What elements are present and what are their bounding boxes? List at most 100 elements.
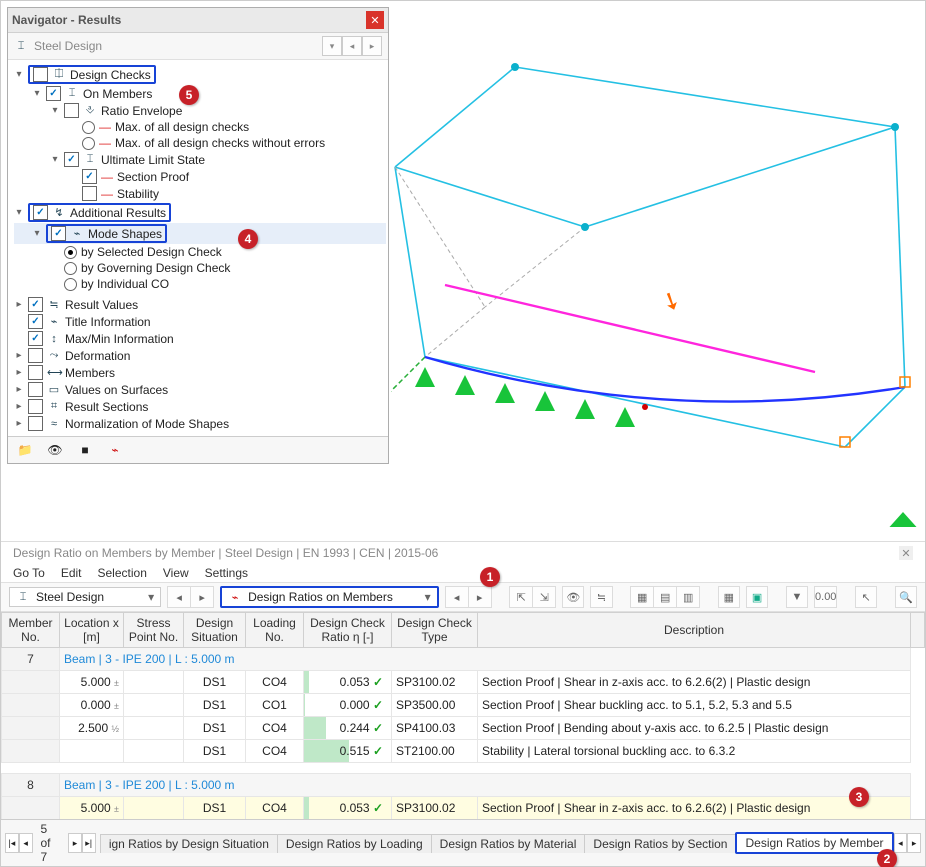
twisty-closed-icon[interactable]: ▸ [14, 385, 24, 395]
tab-section[interactable]: Design Ratios by Section [584, 834, 736, 853]
table-group-row[interactable]: 7Beam | 3 - IPE 200 | L : 5.000 m [2, 648, 925, 671]
cursor-icon[interactable]: ↖ [855, 586, 877, 608]
twisty-closed-icon[interactable]: ▸ [14, 300, 24, 310]
tree-by-individual-co[interactable]: by Individual CO [14, 276, 386, 292]
tabstrip-first-icon[interactable]: |◂ [5, 833, 19, 853]
tabstrip-next-icon[interactable]: ▸ [68, 833, 82, 853]
tabstrip-scroll-left-icon[interactable]: ◂ [894, 833, 908, 853]
table-row[interactable]: 0.000 ±DS1CO10.000 ✓SP3500.00Section Pro… [2, 694, 925, 717]
tabstrip-last-icon[interactable]: ▸| [82, 833, 96, 853]
tab-chart-icon[interactable]: ⌁ [104, 440, 126, 460]
tree-maxmin[interactable]: ↕ Max/Min Information [14, 330, 386, 347]
search-icon[interactable]: 🔍 [895, 586, 917, 608]
twisty-closed-icon[interactable]: ▸ [14, 402, 24, 412]
tab-member[interactable]: Design Ratios by Member [735, 832, 893, 854]
tree-uls[interactable]: ▾ ⌶ Ultimate Limit State [14, 151, 386, 168]
radio[interactable] [64, 262, 77, 275]
tree-norm-modes[interactable]: ▸ ≈ Normalization of Mode Shapes [14, 415, 386, 432]
table-row[interactable]: 5.000 ±DS1CO40.053 ✓SP3100.02Section Pro… [2, 797, 925, 820]
tree-stability[interactable]: — Stability [14, 185, 386, 202]
col-member[interactable]: Member No. [2, 613, 60, 648]
tree-additional-results[interactable]: ▾ ↯ Additional Results [14, 202, 386, 223]
funnel-icon[interactable]: ▼ [786, 586, 808, 608]
toolbar-module-dropdown[interactable]: ⌶ Steel Design ▾ [9, 587, 161, 607]
model-viewport[interactable]: ➘ [391, 7, 919, 527]
tree-by-selected-dc[interactable]: by Selected Design Check [14, 244, 386, 260]
navigator-titlebar[interactable]: Navigator - Results ✕ [8, 8, 388, 33]
tree-members[interactable]: ▸ ⟷ Members [14, 364, 386, 381]
table-row[interactable]: 2.500 ½DS1CO40.244 ✓SP4100.03Section Pro… [2, 717, 925, 740]
col-stress[interactable]: Stress Point No. [124, 613, 184, 648]
tab-camera-icon[interactable]: ■ [74, 440, 96, 460]
tree-max-all[interactable]: — Max. of all design checks [14, 119, 386, 135]
menu-view[interactable]: View [163, 566, 189, 580]
table-group-row[interactable]: 8Beam | 3 - IPE 200 | L : 5.000 m [2, 774, 925, 797]
navigator-module-dropdown[interactable]: ⌶ Steel Design ▾ ◂ ▸ [8, 33, 388, 60]
menu-settings[interactable]: Settings [205, 566, 248, 580]
layout1-icon[interactable]: ▦ [630, 586, 654, 608]
layout3-icon[interactable]: ▥ [677, 586, 700, 608]
layout2-icon[interactable]: ▤ [654, 586, 677, 608]
checkbox[interactable] [33, 67, 48, 82]
tab-material[interactable]: Design Ratios by Material [431, 834, 586, 853]
twisty-closed-icon[interactable]: ▸ [14, 368, 24, 378]
nav-prev-icon[interactable]: ◂ [167, 586, 191, 608]
radio[interactable] [82, 121, 95, 134]
twisty-open-icon[interactable]: ▾ [50, 155, 60, 165]
checkbox[interactable] [28, 399, 43, 414]
checkbox[interactable] [28, 297, 43, 312]
tree-by-governing-dc[interactable]: by Governing Design Check [14, 260, 386, 276]
col-desc[interactable]: Description [478, 613, 911, 648]
next-icon[interactable]: ▸ [362, 36, 382, 56]
col-loading[interactable]: Loading No. [246, 613, 304, 648]
col-type[interactable]: Design Check Type [392, 613, 478, 648]
tab-loading[interactable]: Design Ratios by Loading [277, 834, 432, 853]
checkbox[interactable] [33, 205, 48, 220]
twisty-open-icon[interactable]: ▾ [14, 70, 24, 80]
checkbox[interactable] [28, 382, 43, 397]
values-icon[interactable]: ≒ [590, 586, 612, 608]
view-icon[interactable]: 👁 [562, 586, 584, 608]
radio[interactable] [64, 246, 77, 259]
tree-values-on-surfaces[interactable]: ▸ ▭ Values on Surfaces [14, 381, 386, 398]
radio[interactable] [82, 137, 95, 150]
nav-next-icon[interactable]: ▸ [191, 586, 214, 608]
close-icon[interactable]: ✕ [366, 11, 384, 29]
checkbox[interactable] [28, 314, 43, 329]
nav-next2-icon[interactable]: ▸ [469, 586, 492, 608]
tab-design-situation[interactable]: ign Ratios by Design Situation [100, 834, 278, 853]
checkbox[interactable] [28, 416, 43, 431]
freeze-icon[interactable]: ▦ [718, 586, 740, 608]
tab-data-icon[interactable]: 📁 [14, 440, 36, 460]
checkbox[interactable] [46, 86, 61, 101]
tabstrip-prev-icon[interactable]: ◂ [19, 833, 33, 853]
tree-result-values[interactable]: ▸ ≒ Result Values [14, 296, 386, 313]
twisty-open-icon[interactable]: ▾ [50, 106, 60, 116]
tree-deformation[interactable]: ▸ ⤳ Deformation [14, 347, 386, 364]
tree-max-all-noerr[interactable]: — Max. of all design checks without erro… [14, 135, 386, 151]
col-ratio[interactable]: Design Check Ratio η [-] [304, 613, 392, 648]
checkbox[interactable] [82, 186, 97, 201]
checkbox[interactable] [28, 331, 43, 346]
table-row[interactable]: 5.000 ±DS1CO40.053 ✓SP3100.02Section Pro… [2, 671, 925, 694]
tab-eye-icon[interactable]: 👁 [44, 440, 66, 460]
twisty-open-icon[interactable]: ▾ [32, 229, 42, 239]
export-icon[interactable]: ▣ [746, 586, 768, 608]
tree-on-members[interactable]: ▾ ⌶ On Members [14, 85, 386, 102]
menu-edit[interactable]: Edit [61, 566, 82, 580]
results-close-icon[interactable]: ✕ [899, 546, 913, 560]
tree-title-info[interactable]: ⌁ Title Information [14, 313, 386, 330]
checkbox[interactable] [28, 348, 43, 363]
results-table[interactable]: Member No. Location x [m] Stress Point N… [1, 612, 925, 819]
tabstrip-scroll-right-icon[interactable]: ▸ [907, 833, 921, 853]
checkbox[interactable] [64, 103, 79, 118]
filter2-icon[interactable]: ⇲ [533, 586, 556, 608]
table-row[interactable]: DS1CO40.515 ✓ST2100.00Stability | Latera… [2, 740, 925, 763]
tree-result-sections[interactable]: ▸ ⌗ Result Sections [14, 398, 386, 415]
nav-prev2-icon[interactable]: ◂ [445, 586, 469, 608]
menu-goto[interactable]: Go To [13, 566, 45, 580]
chevron-down-icon[interactable]: ▾ [322, 36, 342, 56]
tree-ratio-envelope[interactable]: ▾ ⎀ Ratio Envelope [14, 102, 386, 119]
col-ds[interactable]: Design Situation [184, 613, 246, 648]
tree-section-proof[interactable]: — Section Proof [14, 168, 386, 185]
